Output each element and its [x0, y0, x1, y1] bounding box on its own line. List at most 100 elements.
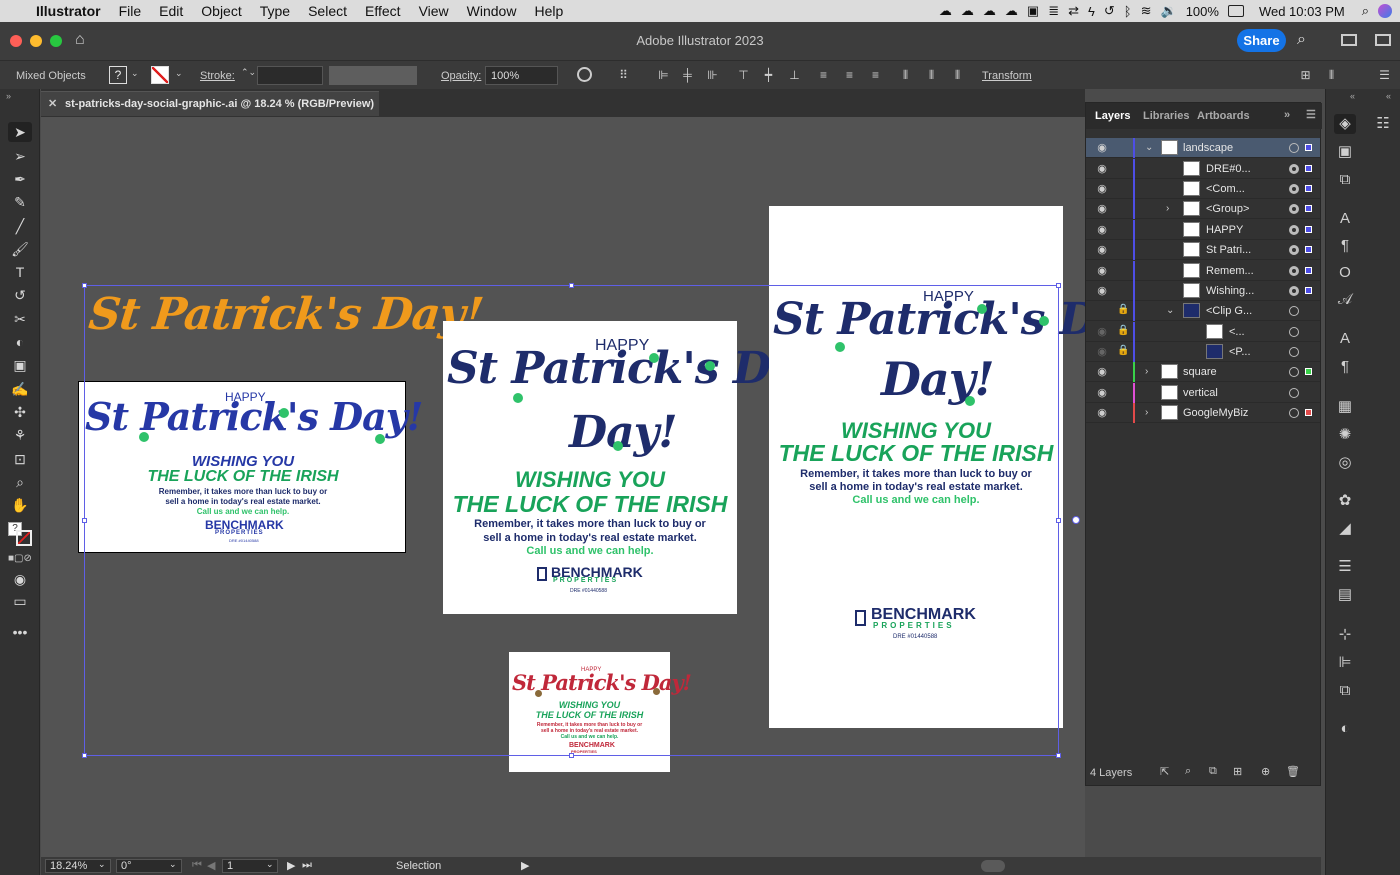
layer-row[interactable]: ◉ Wishing... [1086, 281, 1320, 301]
layers-panel-menu-icon[interactable]: ☰ [1306, 108, 1316, 121]
collapse-dock-icon[interactable]: « [1350, 91, 1355, 101]
spotlight-search-icon[interactable]: ⌕ [1362, 3, 1369, 19]
layer-row-googlemybiz[interactable]: ◉ › GoogleMyBiz [1086, 403, 1320, 423]
collapse-toolbar-icon[interactable]: » [6, 91, 11, 101]
direct-selection-tool-icon[interactable]: ➢ [8, 146, 32, 166]
selection-indicator[interactable] [1305, 409, 1312, 416]
bounding-box-handle[interactable] [82, 518, 87, 523]
swatches-icon[interactable]: ▦ [1334, 397, 1356, 417]
menu-type[interactable]: Type [251, 3, 299, 19]
visibility-eye-icon[interactable]: ◉ [1095, 141, 1109, 155]
layer-row[interactable]: ◉ Remem... [1086, 261, 1320, 281]
expand-arrow-icon[interactable]: › [1145, 407, 1148, 418]
selection-indicator[interactable] [1305, 267, 1312, 274]
document-tab[interactable]: ✕ st-patricks-day-social-graphic-.ai @ 1… [41, 91, 379, 116]
menu-view[interactable]: View [410, 3, 458, 19]
target-circle-icon[interactable] [1289, 204, 1299, 214]
character-icon[interactable]: A [1334, 209, 1356, 229]
variable-width-profile[interactable] [329, 66, 417, 85]
layer-name[interactable]: GoogleMyBiz [1183, 407, 1248, 419]
delete-layer-icon[interactable]: 🗑 [1286, 765, 1300, 778]
fill-dropdown-icon[interactable]: ⌄ [131, 68, 139, 79]
siri-icon[interactable] [1378, 4, 1392, 18]
distribute-top-icon[interactable]: ≡ [817, 69, 830, 82]
tab-artboards[interactable]: Artboards [1197, 110, 1250, 122]
scroll-thumb[interactable] [981, 860, 1005, 872]
clock[interactable]: Wed 10:03 PM [1259, 4, 1345, 19]
stroke-weight-field[interactable] [257, 66, 323, 85]
first-artboard-icon[interactable]: ⏮ [192, 859, 202, 872]
layer-name[interactable]: vertical [1183, 387, 1218, 399]
libraries-icon[interactable]: ▣ [1334, 142, 1356, 162]
line-tool-icon[interactable]: ╱ [8, 216, 32, 236]
collapse-arrow-icon[interactable]: ⌄ [1145, 142, 1153, 153]
cloud-icon-2[interactable]: ☁ [983, 3, 996, 19]
pen-tool-icon[interactable]: ✒ [8, 169, 32, 189]
layers-icon[interactable]: ◈ [1334, 114, 1356, 134]
zoom-tool-icon[interactable]: ⌕ [8, 472, 32, 492]
visibility-eye-icon[interactable]: ◉ [1095, 243, 1109, 257]
eyedropper-tool-icon[interactable]: ✍ [8, 379, 32, 399]
panel-menu-icon[interactable]: ☰ [1378, 69, 1391, 82]
align-bottom-icon[interactable]: ⊥ [788, 69, 801, 82]
target-circle-icon[interactable] [1289, 143, 1299, 153]
layer-name[interactable]: Wishing... [1206, 285, 1254, 297]
battery-icon[interactable] [1227, 5, 1244, 17]
target-circle-icon[interactable] [1289, 184, 1299, 194]
glyphs-icon[interactable]: 𝒜 [1334, 290, 1356, 310]
visibility-eye-icon[interactable]: ◉ [1095, 284, 1109, 298]
visibility-eye-icon[interactable]: ◉ [1095, 365, 1109, 379]
visibility-eye-icon[interactable]: ◉ [1095, 325, 1109, 339]
layer-row[interactable]: ◉ <Com... [1086, 179, 1320, 199]
target-circle-icon[interactable] [1289, 164, 1299, 174]
wifi-icon[interactable]: ≋ [1141, 3, 1152, 19]
selection-bounding-box[interactable] [84, 285, 1059, 756]
paragraph-icon[interactable]: ¶ [1334, 236, 1356, 256]
stroke-weight-stepper[interactable]: ⌃⌄ [241, 67, 256, 78]
opacity-field[interactable]: 100% [485, 66, 558, 85]
visibility-eye-icon[interactable]: ◉ [1095, 223, 1109, 237]
visibility-eye-icon[interactable]: ◉ [1095, 264, 1109, 278]
artboards-icon[interactable]: ⧉ [1334, 170, 1356, 190]
align-vertical-center-icon[interactable]: ┿ [762, 69, 775, 82]
type-tool-icon[interactable]: T [8, 262, 32, 282]
paragraph-styles-icon[interactable]: ¶ [1334, 357, 1356, 377]
visibility-eye-icon[interactable]: ◉ [1095, 386, 1109, 400]
color-modes-icon[interactable]: ■▢⊘ [8, 553, 32, 564]
previous-artboard-icon[interactable]: ◀ [207, 859, 215, 872]
gradient-tool-icon[interactable]: ▣ [8, 355, 32, 375]
target-circle-icon[interactable] [1289, 225, 1299, 235]
layer-name[interactable]: Remem... [1206, 265, 1254, 277]
symbol-sprayer-tool-icon[interactable]: ⚘ [8, 425, 32, 445]
target-circle-icon[interactable] [1289, 408, 1299, 418]
target-circle-icon[interactable] [1289, 245, 1299, 255]
transform-panel-icon[interactable]: ⊹ [1334, 625, 1356, 645]
menu-object[interactable]: Object [192, 3, 250, 19]
canvas[interactable]: St Patrick's Day! HAPPY St Patrick's Day… [41, 117, 1167, 857]
layer-name[interactable]: <P... [1229, 346, 1251, 358]
layer-row-vertical[interactable]: ◉ vertical [1086, 383, 1320, 403]
menu-window[interactable]: Window [458, 3, 526, 19]
layer-row[interactable]: ◉ 🔒 <P... [1086, 342, 1320, 362]
search-icon[interactable]: ⌕ [1297, 31, 1306, 49]
workspace-switcher-icon[interactable] [1375, 34, 1391, 46]
opentype-icon[interactable]: O [1334, 263, 1356, 283]
artboard-tool-icon[interactable]: ⊡ [8, 449, 32, 469]
menu-illustrator[interactable]: Illustrator [27, 3, 110, 19]
bounding-box-handle[interactable] [1056, 518, 1061, 523]
isolate-icon[interactable]: ⫴ [1325, 69, 1338, 82]
bounding-box-handle[interactable] [569, 283, 574, 288]
distribute-bottom-icon[interactable]: ≡ [869, 69, 882, 82]
lock-icon[interactable]: 🔒 [1117, 304, 1129, 316]
align-left-icon[interactable]: ⊫ [657, 69, 670, 82]
hand-tool-icon[interactable]: ✋ [8, 495, 32, 515]
zap-icon[interactable]: ϟ [1088, 4, 1095, 19]
arrange-icon[interactable]: ⊞ [1299, 69, 1312, 82]
pathfinder-icon[interactable]: ⧉ [1334, 681, 1356, 701]
appearance-icon[interactable]: ◎ [1334, 453, 1356, 473]
volume-icon[interactable]: 🔉 [1161, 3, 1177, 19]
transform-link[interactable]: Transform [982, 70, 1032, 82]
clipping-mask-icon[interactable]: ⧉ [1209, 765, 1217, 778]
brushes-icon[interactable]: ◢ [1334, 519, 1356, 539]
rotate-handle[interactable] [1072, 516, 1080, 524]
